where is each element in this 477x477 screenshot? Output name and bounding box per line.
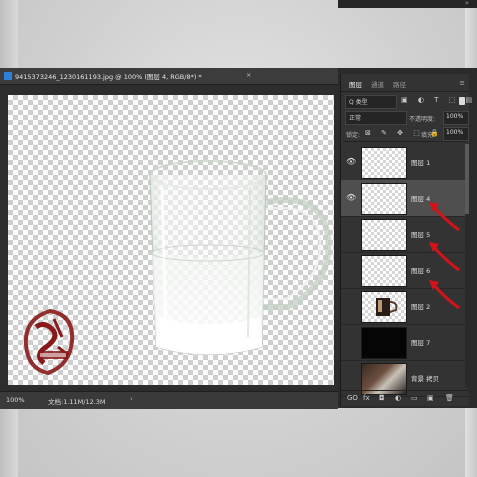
tab-paths[interactable]: 路径	[393, 79, 406, 89]
layer-thumbnail	[361, 291, 407, 323]
tab-layers[interactable]: 图层	[349, 79, 362, 89]
blend-mode-select[interactable]: 正常	[345, 111, 407, 125]
layer-filter-row: Q 类型 ▣ ◐ T ⬚ ▤	[343, 95, 472, 109]
status-bar: 100% 文档:1.11M/12.3M ›	[0, 391, 338, 409]
document-tab[interactable]: 9415373246_1230161193.jpg @ 100% (图层 4, …	[0, 68, 338, 85]
layer-thumbnail	[361, 327, 407, 359]
calligraphy-stamp-logo	[23, 308, 75, 376]
layer-thumbnail	[361, 219, 407, 251]
opacity-label: 不透明度:	[409, 116, 436, 123]
layer-list-scrollbar[interactable]	[465, 144, 469, 388]
fill-value: 100%	[446, 129, 464, 136]
layer-row-7[interactable]: 图层 7	[341, 324, 469, 361]
annotation-arrow-layer-4	[429, 202, 460, 232]
opacity-value: 100%	[446, 113, 464, 120]
tab-channels[interactable]: 通道	[371, 79, 384, 89]
transparent-canvas[interactable]	[8, 95, 334, 385]
panel-bottom-toolbar: GO fx ◘ ◐ ▭ ▣ 🗑	[341, 390, 469, 407]
fill-label: 填充:	[421, 132, 436, 139]
layer-thumbnail	[361, 147, 407, 179]
adjustment-layer-icon[interactable]: ◐	[395, 394, 401, 402]
fill-input[interactable]: 100%	[443, 127, 469, 141]
layer-name: 图层 1	[411, 159, 431, 167]
blend-row: 正常 不透明度: 100%	[343, 111, 469, 125]
scrollbar-thumb[interactable]	[465, 144, 469, 214]
panel-dock-header: »	[338, 0, 477, 8]
collapse-panels-icon[interactable]: »	[465, 0, 469, 7]
filter-kind-select[interactable]: Q 类型	[345, 95, 397, 109]
opacity-input[interactable]: 100%	[443, 111, 469, 125]
filter-kind-label: Q 类型	[349, 99, 368, 106]
layer-row-1[interactable]: 👁 图层 1	[341, 144, 469, 181]
close-document-icon[interactable]: ×	[246, 71, 251, 79]
panel-menu-icon[interactable]: ≡	[460, 79, 465, 87]
layer-thumbnail	[361, 255, 407, 287]
eye-icon[interactable]: 👁	[346, 193, 356, 202]
new-group-icon[interactable]: ▭	[411, 394, 418, 402]
blend-mode-value: 正常	[349, 115, 362, 122]
lock-row: 锁定: ⊠ ✎ ✥ ⬚ 🔒 填充: 100%	[343, 127, 469, 142]
mug-photo-thumbnail-icon	[376, 298, 398, 316]
layer-name: 背景 拷贝	[411, 375, 440, 383]
add-mask-icon[interactable]: ◘	[379, 394, 385, 402]
document-size-info: 文档:1.11M/12.3M	[48, 398, 106, 406]
annotation-arrow-layer-5	[429, 242, 460, 272]
filter-toggle-switch[interactable]	[459, 97, 465, 105]
document-title: 9415373246_1230161193.jpg @ 100% (图层 4, …	[15, 73, 202, 81]
fx-icon[interactable]: fx	[363, 394, 370, 402]
delete-layer-icon[interactable]: 🗑	[445, 394, 454, 402]
photoshop-document-icon	[4, 72, 12, 80]
glass-mug-image	[149, 160, 332, 356]
link-layers-icon[interactable]: GO	[347, 394, 358, 402]
layer-name: 图层 7	[411, 339, 431, 347]
zoom-level[interactable]: 100%	[6, 396, 25, 404]
canvas-area[interactable]	[0, 85, 338, 391]
annotation-arrow-layer-6	[429, 280, 460, 310]
status-menu-arrow-icon[interactable]: ›	[130, 395, 133, 403]
panel-tabs: 图层 通道 路径 ≡	[341, 77, 469, 92]
eye-icon[interactable]: 👁	[346, 157, 356, 166]
layer-thumbnail	[361, 183, 407, 215]
new-layer-icon[interactable]: ▣	[427, 394, 434, 402]
lock-label: 锁定:	[346, 132, 361, 139]
